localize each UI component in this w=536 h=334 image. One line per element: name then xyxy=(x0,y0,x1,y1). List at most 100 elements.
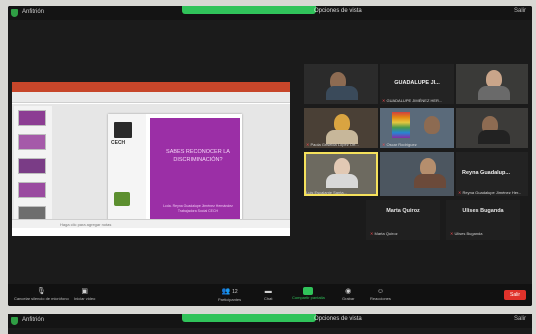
top-bar: Anfitrión Opciones de vista Salir xyxy=(8,314,532,328)
audio-only-row: Marta Quiroz ✕ Marta Quiroz Ulises Bugan… xyxy=(366,200,526,240)
participant-display-name: GUADALUPE JI... xyxy=(394,80,440,86)
share-screen-label: Compartir pantalla xyxy=(292,295,325,300)
video-tile[interactable] xyxy=(380,152,454,196)
slide-content: SABES RECONOCER LA DISCRIMINACIÓN? Lcda.… xyxy=(150,118,240,222)
video-gallery: GUADALUPE JI... ✕ GUADALUPE JIMÉNEZ HER.… xyxy=(296,64,528,244)
smiley-icon: ☺ xyxy=(376,288,385,295)
host-label: Anfitrión xyxy=(22,9,45,15)
exit-fullscreen-button[interactable]: Salir xyxy=(514,316,526,322)
participant-video xyxy=(414,174,446,188)
rainbow-flag-image xyxy=(392,112,410,138)
slide-title: SABES RECONOCER LA DISCRIMINACIÓN? xyxy=(166,149,230,163)
active-speaker-tile[interactable]: Luis Escalante Santa... xyxy=(304,152,378,196)
participant-name-text: Ulises Buganda xyxy=(454,231,483,236)
participant-name-text: Marta Quiroz xyxy=(374,231,398,236)
slide-thumbnail[interactable] xyxy=(18,134,46,150)
top-bar: Anfitrión Opciones de vista Salir xyxy=(8,6,532,20)
ppt-titlebar xyxy=(12,82,290,92)
video-tile[interactable] xyxy=(456,64,528,104)
participant-video xyxy=(424,116,440,134)
shield-icon[interactable] xyxy=(11,317,18,325)
mic-off-icon: 🎙 xyxy=(36,288,46,295)
mic-muted-icon: ✕ xyxy=(458,190,462,195)
mic-muted-icon: ✕ xyxy=(382,98,386,103)
view-options-button[interactable]: Opciones de vista xyxy=(314,316,362,322)
participant-video xyxy=(326,86,358,100)
host-label: Anfitrión xyxy=(22,317,45,323)
shared-screen: CECH SABES RECONOCER LA DISCRIMINACIÓN? … xyxy=(12,82,290,236)
video-tile[interactable]: GUADALUPE JI... ✕ GUADALUPE JIMÉNEZ HER.… xyxy=(380,64,454,104)
participants-button[interactable]: 👥 12 Participantes xyxy=(218,287,241,302)
participant-video xyxy=(478,130,510,144)
participants-label: Participantes xyxy=(218,297,242,302)
chat-icon: ▬ xyxy=(264,288,272,295)
logo-text: CECH xyxy=(111,140,126,146)
logo-icon xyxy=(114,122,132,138)
participant-name: ✕ Ulises Buganda xyxy=(450,231,483,236)
screen-share-banner[interactable] xyxy=(182,314,316,322)
video-tile[interactable]: Reyna Guadalup... ✕ Reyna Guadalupe Jimé… xyxy=(456,152,528,196)
slide-subtitle: Lcda. Reyna Guadalupe Jiménez Hernández … xyxy=(163,204,233,213)
exit-fullscreen-button[interactable]: Salir xyxy=(514,8,526,14)
unmute-label: Cancelar silencio de micrófono xyxy=(14,296,69,301)
slide-thumbnail[interactable] xyxy=(18,158,46,174)
second-meeting-window: Anfitrión Opciones de vista Salir xyxy=(8,314,532,334)
slide-logo-panel: CECH xyxy=(108,114,146,226)
start-video-button[interactable]: ▣ Iniciar video xyxy=(74,287,95,301)
slide-thumbnail[interactable] xyxy=(18,110,46,126)
participants-count: 12 xyxy=(232,289,238,295)
video-tile[interactable]: Ulises Buganda ✕ Ulises Buganda xyxy=(446,200,520,240)
chat-button[interactable]: ▬ Chat xyxy=(264,287,272,301)
participant-video xyxy=(326,174,358,188)
participant-name-text: GUADALUPE JIMÉNEZ HER... xyxy=(386,98,443,103)
unmute-button[interactable]: 🎙 Cancelar silencio de micrófono xyxy=(14,287,69,301)
start-video-label: Iniciar video xyxy=(74,296,96,301)
slide-thumbnails[interactable] xyxy=(14,106,52,228)
video-off-icon: ▣ xyxy=(81,288,88,295)
ppt-workspace: CECH SABES RECONOCER LA DISCRIMINACIÓN? … xyxy=(12,104,290,228)
participant-name-text: Paola Griselda López Ort... xyxy=(310,142,359,147)
reactions-label: Reacciones xyxy=(370,296,391,301)
notes-placeholder[interactable]: Haga clic para agregar notas xyxy=(60,222,111,227)
video-tile[interactable] xyxy=(304,64,378,104)
participant-name: ✕ Marta Quiroz xyxy=(370,231,398,236)
participant-display-name: Marta Quiroz xyxy=(386,208,420,214)
record-button[interactable]: ◉ Grabar xyxy=(342,287,354,301)
record-label: Grabar xyxy=(342,296,355,301)
participant-display-name: Reyna Guadalup... xyxy=(462,170,510,176)
mic-muted-icon: ✕ xyxy=(450,231,454,236)
participant-name: ✕ Reyna Guadalupe Jiménez Her... xyxy=(458,190,521,195)
video-tile[interactable]: ✕ Paola Griselda López Ort... xyxy=(304,108,378,148)
participant-name: ✕ Paola Griselda López Ort... xyxy=(306,142,359,147)
ppt-statusbar: Haga clic para agregar notas xyxy=(12,219,290,228)
meeting-toolbar: 🎙 Cancelar silencio de micrófono ▣ Inici… xyxy=(8,284,532,306)
view-options-button[interactable]: Opciones de vista xyxy=(314,8,362,14)
screen-share-banner[interactable] xyxy=(182,6,316,14)
participant-name: ✕ GUADALUPE JIMÉNEZ HER... xyxy=(382,98,442,103)
participants-icon: 👥 12 xyxy=(221,288,238,295)
share-screen-icon xyxy=(303,287,314,295)
participant-display-name: Ulises Buganda xyxy=(462,208,504,214)
mic-muted-icon: ✕ xyxy=(306,142,310,147)
mic-muted-icon: ✕ xyxy=(382,142,386,147)
reactions-button[interactable]: ☺ Reacciones xyxy=(370,287,391,301)
video-tile[interactable]: Marta Quiroz ✕ Marta Quiroz xyxy=(366,200,440,240)
video-tile[interactable] xyxy=(456,108,528,148)
participant-video xyxy=(478,86,510,100)
ppt-ribbon[interactable] xyxy=(12,92,290,103)
video-tile[interactable]: ✕ Oscar Rodríguez xyxy=(380,108,454,148)
shield-icon[interactable] xyxy=(11,9,18,17)
meeting-window: Anfitrión Opciones de vista Salir CECH S… xyxy=(8,6,532,306)
leave-meeting-button[interactable]: Salir xyxy=(504,290,526,300)
chat-label: Chat xyxy=(264,296,273,301)
participant-name-text: Oscar Rodríguez xyxy=(386,142,417,147)
participant-name-text: Reyna Guadalupe Jiménez Her... xyxy=(462,190,522,195)
mic-muted-icon: ✕ xyxy=(370,231,374,236)
participant-name: ✕ Oscar Rodríguez xyxy=(382,142,417,147)
participant-name: Luis Escalante Santa... xyxy=(306,190,347,195)
record-icon: ◉ xyxy=(345,288,352,295)
current-slide[interactable]: CECH SABES RECONOCER LA DISCRIMINACIÓN? … xyxy=(108,114,242,226)
logo-icon xyxy=(114,192,130,206)
share-screen-button[interactable]: Compartir pantalla xyxy=(292,287,325,300)
slide-thumbnail[interactable] xyxy=(18,182,46,198)
